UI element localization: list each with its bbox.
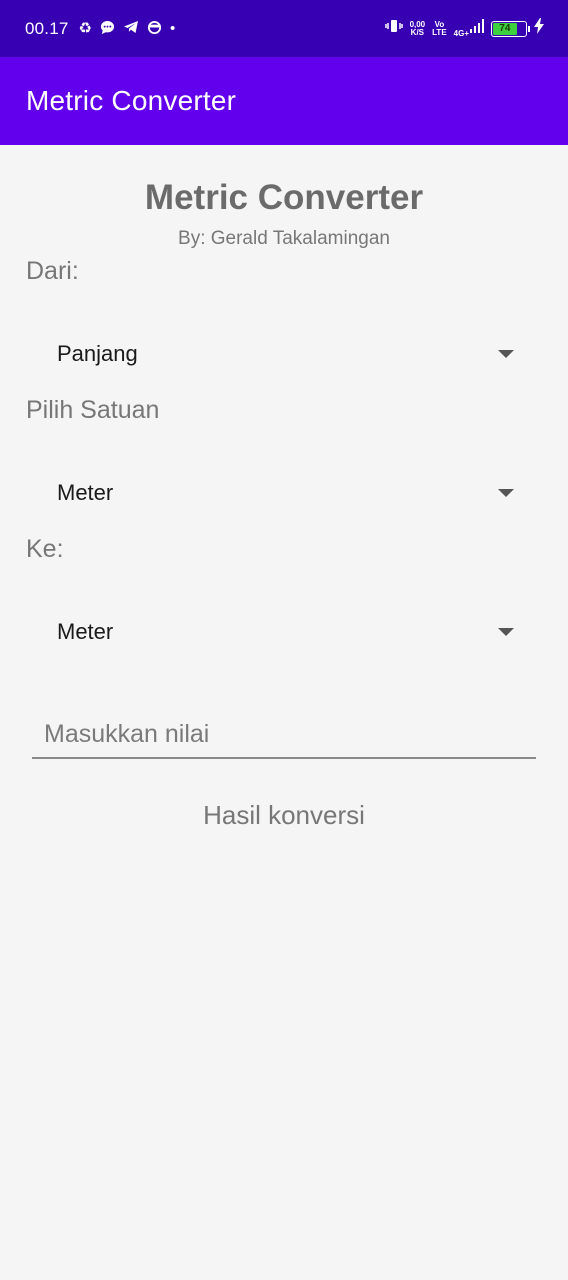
app-bar: Metric Converter — [0, 57, 568, 145]
vibrate-icon — [384, 18, 403, 39]
dropdown-arrow-icon — [498, 350, 514, 358]
charging-icon — [534, 18, 544, 39]
telegram-icon — [123, 20, 139, 37]
status-bar-right: 0,00 K/S Vo LTE 4G+ 74 — [384, 18, 544, 39]
value-input[interactable] — [32, 711, 536, 757]
chat-icon — [100, 20, 115, 38]
dot-icon: • — [170, 20, 176, 37]
value-input-wrapper — [32, 711, 536, 759]
conversion-result: Hasil konversi — [203, 800, 365, 830]
status-time: 00.17 — [25, 18, 69, 38]
to-unit-spinner[interactable]: Meter — [26, 604, 542, 660]
battery-icon: 74 — [491, 20, 530, 37]
signal-icon — [470, 19, 484, 38]
from-unit-spinner[interactable]: Meter — [26, 465, 542, 521]
from-label: Dari: — [26, 257, 79, 285]
net-speed: 0,00 K/S — [409, 19, 426, 37]
sync-icon: ♻ — [78, 20, 92, 37]
author-byline: By: Gerald Takalamingan — [178, 228, 390, 249]
to-unit-spinner-value: Meter — [57, 619, 114, 644]
from-unit-spinner-value: Meter — [57, 480, 114, 505]
dropdown-arrow-icon — [498, 628, 514, 636]
to-label: Ke: — [26, 535, 64, 563]
category-spinner-value: Panjang — [57, 341, 138, 366]
app-bar-title: Metric Converter — [26, 85, 237, 116]
battery-tip — [528, 25, 530, 32]
dropdown-arrow-icon — [498, 489, 514, 497]
category-spinner[interactable]: Panjang — [26, 326, 542, 382]
volte-indicator: Vo LTE — [432, 19, 447, 37]
signal: 4G+ — [454, 19, 484, 38]
network-type: 4G+ — [453, 29, 469, 38]
page-title: Metric Converter — [144, 178, 424, 217]
status-bar: 00.17 ♻ • 0,00 K/S Vo LTE 4G+ 74 — [0, 0, 568, 57]
main-content: Metric Converter By: Gerald Takalamingan… — [0, 145, 568, 1280]
status-bar-left: 00.17 ♻ • — [25, 19, 175, 39]
unit-label: Pilih Satuan — [26, 396, 160, 424]
mask-icon — [147, 20, 162, 38]
battery-level: 74 — [493, 22, 517, 35]
